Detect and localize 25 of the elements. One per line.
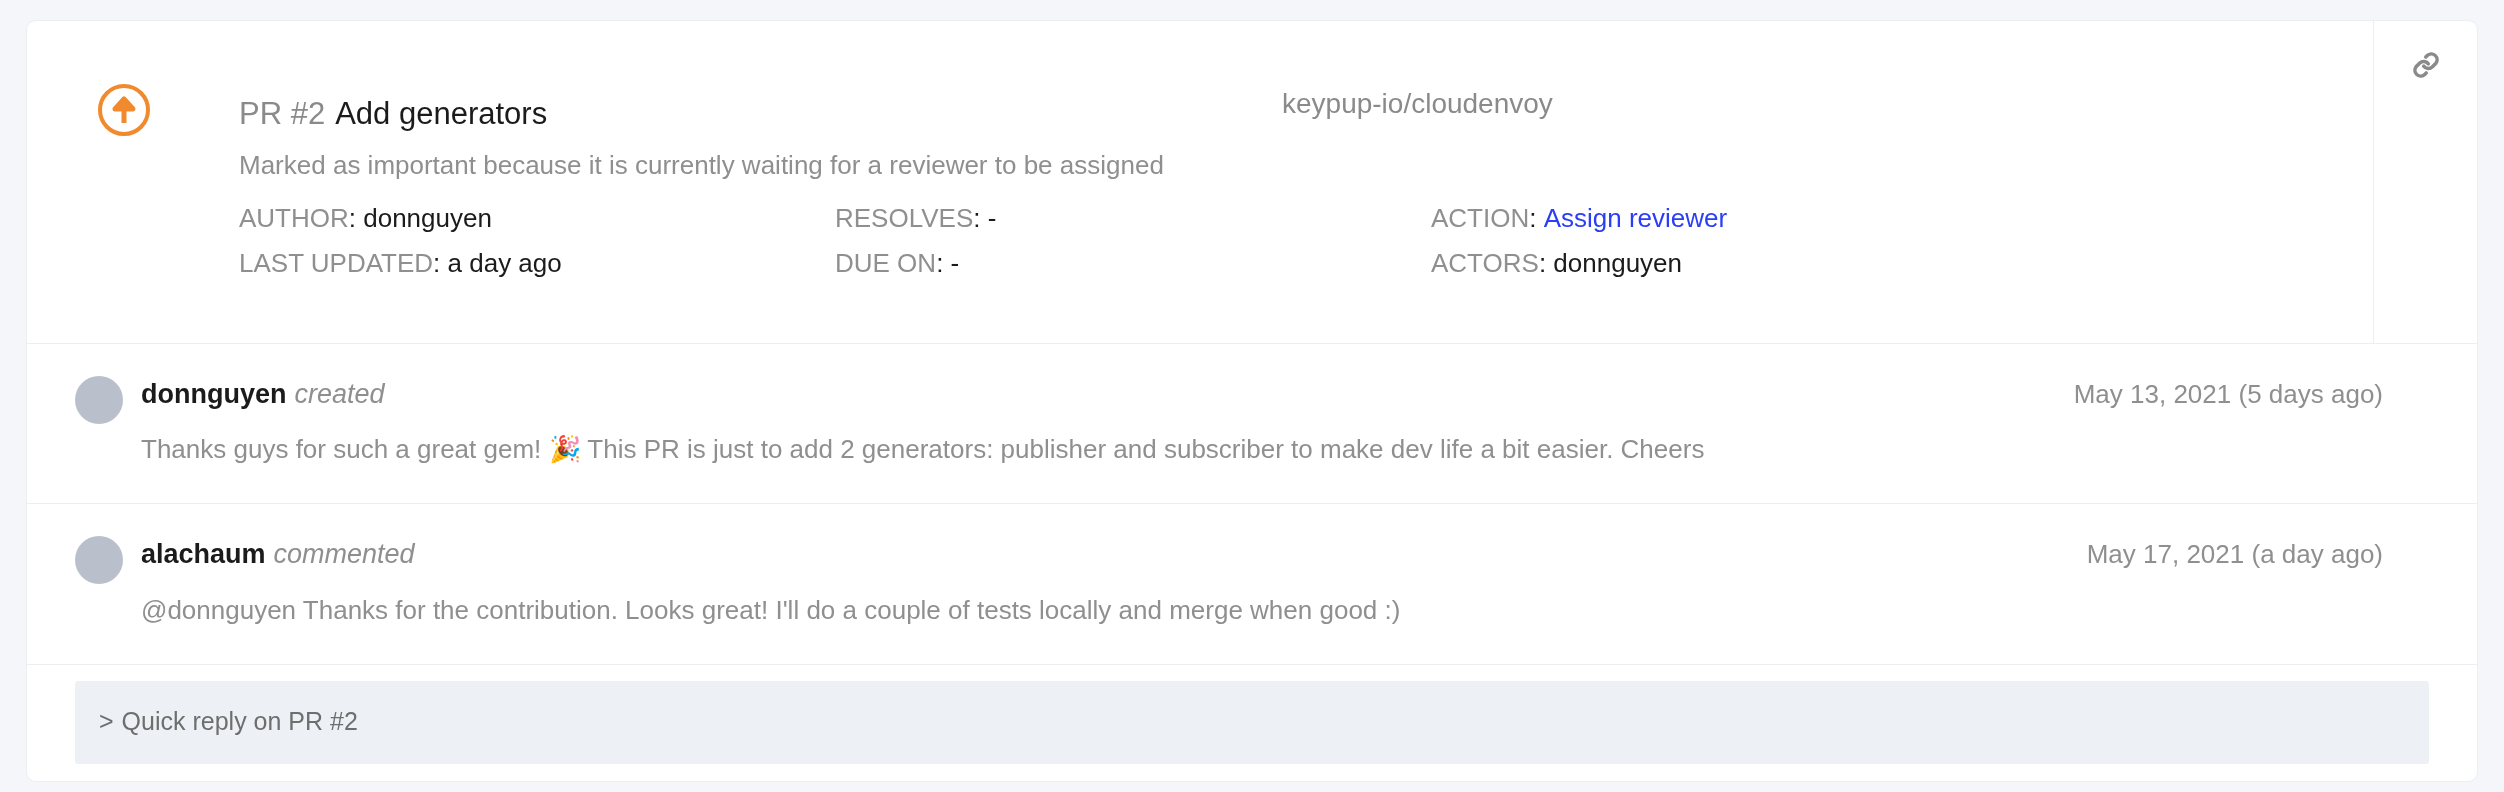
- meta-field: ACTORS: donnguyen: [1431, 243, 2027, 283]
- repository-name: keypup-io/cloudenvoy: [1282, 87, 1553, 121]
- comment-body: Thanks guys for such a great gem! 🎉 This PR is just to add 2 generators: publisher and subscriber to make dev life a bit easier. Cheers: [141, 433, 1706, 466]
- action-link[interactable]: Assign reviewer: [1543, 198, 1728, 238]
- meta-field: RESOLVES: -: [835, 198, 1431, 238]
- comment-date: May 17, 2021 (a day ago): [2086, 538, 2383, 571]
- meta-field: DUE ON: -: [835, 243, 1431, 283]
- meta-label: ACTION:: [1431, 201, 1538, 235]
- meta-field: AUTHOR: donnguyen: [239, 198, 835, 238]
- comment-action: commented: [273, 538, 415, 571]
- meta-field: LAST UPDATED: a day ago: [239, 243, 835, 283]
- comment-body: @donnguyen Thanks for the contribution. Looks great! I'll do a couple of tests locally and merge when good :): [141, 593, 1402, 627]
- pr-title: Add generators: [335, 95, 548, 133]
- up-arrow-circle-icon: [97, 83, 151, 137]
- caret-icon: >: [99, 703, 114, 741]
- comment-action: created: [294, 377, 385, 411]
- comment-date: May 13, 2021 (5 days ago): [2073, 377, 2383, 411]
- avatar-placeholder: [75, 375, 123, 424]
- pr-number: PR #2: [239, 95, 326, 133]
- importance-reason: Marked as important because it is currently waiting for a reviewer to be assigned: [239, 148, 1165, 182]
- link-icon[interactable]: [2411, 51, 2440, 79]
- quick-reply-toggle[interactable]: > Quick reply on PR #2: [75, 680, 2429, 764]
- avatar-placeholder: [75, 536, 123, 584]
- comment-author: alachaum: [141, 538, 266, 571]
- comment-author: donnguyen: [141, 377, 287, 411]
